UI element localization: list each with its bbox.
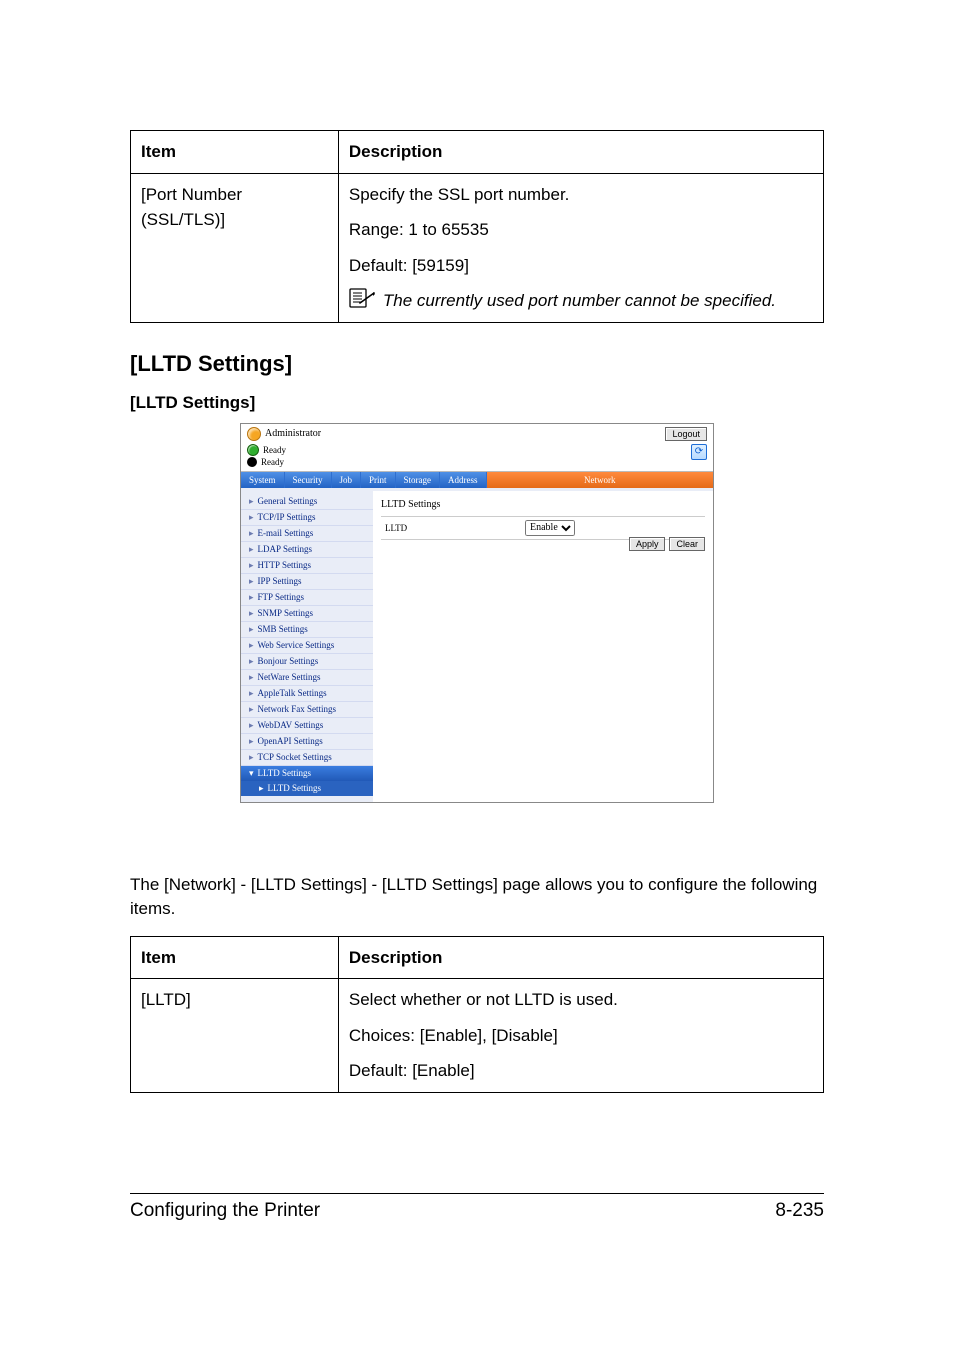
sidebar-item-ftp[interactable]: ▸FTP Settings (241, 589, 373, 605)
table2-head-item: Item (131, 936, 339, 979)
sidebar-item-netware[interactable]: ▸NetWare Settings (241, 669, 373, 685)
sidebar-subitem-lltd[interactable]: ▸LLTD Settings (241, 781, 373, 796)
table-row: [Port Number (SSL/TLS)] Specify the SSL … (131, 173, 824, 322)
content-panel-title: LLTD Settings (381, 499, 705, 510)
settings-sidebar: ▸General Settings ▸TCP/IP Settings ▸E-ma… (241, 491, 373, 802)
sidebar-item-http[interactable]: ▸HTTP Settings (241, 557, 373, 573)
table-row: [LLTD] Select whether or not LLTD is use… (131, 979, 824, 1093)
lltd-settings-screenshot: Administrator Logout Ready Ready ⟳ Syste… (240, 423, 714, 803)
table1-head-desc: Description (338, 131, 823, 174)
table2-desc-cell: Select whether or not LLTD is used. Choi… (338, 979, 823, 1093)
table1-head-item: Item (131, 131, 339, 174)
sidebar-item-ldap[interactable]: ▸LDAP Settings (241, 541, 373, 557)
printer-status-icon (247, 444, 259, 456)
lltd-field-label: LLTD (381, 523, 525, 533)
apply-button[interactable]: Apply (629, 537, 666, 551)
sidebar-item-snmp[interactable]: ▸SNMP Settings (241, 605, 373, 621)
status-ready-2: Ready (261, 457, 284, 467)
table2-desc-p2: Choices: [Enable], [Disable] (349, 1023, 813, 1049)
table2-desc-p3: Default: [Enable] (349, 1058, 813, 1084)
sidebar-item-lltd[interactable]: ▾LLTD Settings (241, 765, 373, 781)
body-paragraph: The [Network] - [LLTD Settings] - [LLTD … (130, 873, 824, 922)
tab-storage[interactable]: Storage (396, 472, 441, 488)
table2-item-cell: [LLTD] (131, 979, 339, 1093)
sidebar-item-netfax[interactable]: ▸Network Fax Settings (241, 701, 373, 717)
sidebar-item-bonjour[interactable]: ▸Bonjour Settings (241, 653, 373, 669)
tab-job[interactable]: Job (332, 472, 362, 488)
refresh-icon[interactable]: ⟳ (691, 444, 707, 460)
toner-status-icon (247, 457, 257, 467)
note-icon (349, 288, 375, 308)
status-ready-1: Ready (263, 445, 286, 455)
sidebar-item-tcpip[interactable]: ▸TCP/IP Settings (241, 509, 373, 525)
sidebar-item-ipp[interactable]: ▸IPP Settings (241, 573, 373, 589)
table1-desc-p1: Specify the SSL port number. (349, 182, 813, 208)
tab-system[interactable]: System (241, 472, 285, 488)
table1-desc-cell: Specify the SSL port number. Range: 1 to… (338, 173, 823, 322)
table2-head-desc: Description (338, 936, 823, 979)
footer-left: Configuring the Printer (130, 1200, 320, 1222)
table2-desc-p1: Select whether or not LLTD is used. (349, 987, 813, 1013)
sidebar-item-email[interactable]: ▸E-mail Settings (241, 525, 373, 541)
tab-network[interactable]: Network (487, 472, 713, 488)
admin-avatar-icon (247, 427, 261, 441)
tab-address[interactable]: Address (440, 472, 487, 488)
lltd-table: Item Description [LLTD] Select whether o… (130, 936, 824, 1093)
sidebar-item-general[interactable]: ▸General Settings (241, 494, 373, 509)
table1-note-text: The currently used port number cannot be… (383, 288, 776, 314)
tab-bar: System Security Job Print Storage Addres… (241, 471, 713, 488)
tab-security[interactable]: Security (285, 472, 332, 488)
section-heading: [LLTD Settings] (130, 351, 824, 377)
subsection-heading: [LLTD Settings] (130, 393, 824, 413)
table1-desc-p2: Range: 1 to 65535 (349, 217, 813, 243)
clear-button[interactable]: Clear (669, 537, 705, 551)
logout-button[interactable]: Logout (665, 427, 707, 441)
port-number-table: Item Description [Port Number (SSL/TLS)]… (130, 130, 824, 323)
tab-print[interactable]: Print (361, 472, 396, 488)
table1-item-cell: [Port Number (SSL/TLS)] (131, 173, 339, 322)
sidebar-item-openapi[interactable]: ▸OpenAPI Settings (241, 733, 373, 749)
sidebar-item-webdav[interactable]: ▸WebDAV Settings (241, 717, 373, 733)
sidebar-item-appletalk[interactable]: ▸AppleTalk Settings (241, 685, 373, 701)
sidebar-item-smb[interactable]: ▸SMB Settings (241, 621, 373, 637)
lltd-select[interactable]: Enable (525, 520, 575, 536)
sidebar-item-tcpsocket[interactable]: ▸TCP Socket Settings (241, 749, 373, 765)
table1-desc-p3: Default: [59159] (349, 253, 813, 279)
admin-label: Administrator (265, 428, 321, 439)
sidebar-item-webservice[interactable]: ▸Web Service Settings (241, 637, 373, 653)
footer-right: 8-235 (775, 1200, 824, 1222)
